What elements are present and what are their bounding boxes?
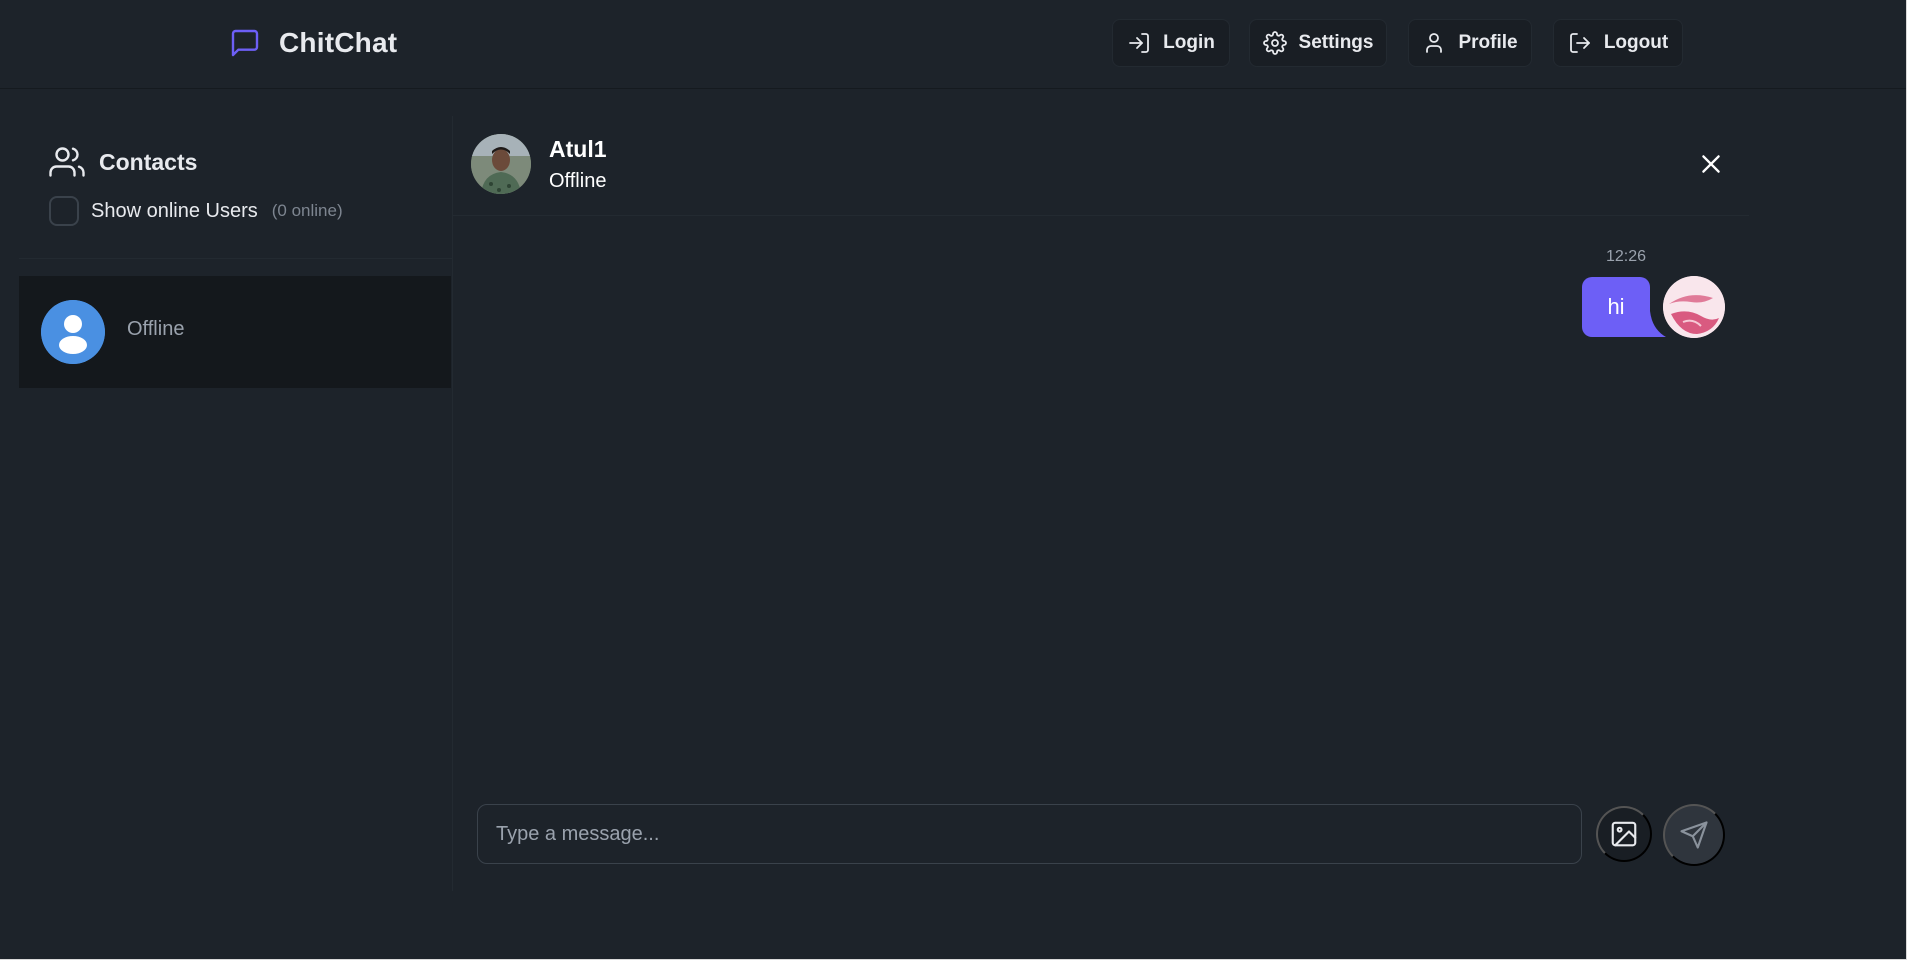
chat-user-status: Offline [549,170,607,192]
gear-icon [1262,31,1287,55]
settings-label: Settings [1298,32,1374,53]
bubble-tail [1644,311,1666,337]
chat-user-name: Atul1 [549,136,607,162]
default-avatar-icon [41,300,105,364]
attach-image-button[interactable] [1596,806,1652,862]
login-label: Login [1163,32,1215,53]
log-in-icon [1129,33,1150,53]
own-avatar [1663,276,1725,338]
logout-button[interactable]: Logout [1553,19,1683,67]
contact-item[interactable]: Offline [19,276,451,388]
sidebar-header: Contacts Show online Users (0 online) [19,116,453,259]
message-bubble: hi [1582,277,1650,337]
contacts-heading: Contacts [49,144,197,180]
online-count: (0 online) [271,201,343,220]
message-square-icon [231,29,259,57]
users-icon [49,147,85,177]
brand-title: ChitChat [279,27,398,58]
navbar: ChitChat Login Settings Profile Logout [0,0,1906,89]
show-online-checkbox[interactable] [49,196,79,226]
app-viewport: ChitChat Login Settings Profile Logout C… [0,0,1907,960]
contact-status: Offline [127,318,185,340]
send-button[interactable] [1663,804,1725,866]
close-icon [1702,155,1720,173]
close-chat-button[interactable] [1693,146,1729,182]
user-avatar [471,134,531,194]
message-time: 12:26 [1606,248,1647,265]
settings-button[interactable]: Settings [1249,19,1387,67]
log-out-icon [1569,33,1590,53]
show-online-toggle[interactable]: Show online Users (0 online) [49,196,343,226]
contacts-title: Contacts [99,148,198,175]
logout-label: Logout [1603,32,1669,53]
login-button[interactable]: Login [1112,19,1230,67]
chat-panel: Atul1 Offline 12:26 hi [453,116,1749,891]
chat-header: Atul1 Offline [453,116,1749,216]
chat-container: Contacts Show online Users (0 online) Of [19,116,1749,891]
profile-button[interactable]: Profile [1408,19,1532,67]
message-input[interactable] [477,804,1582,864]
show-online-label: Show online Users [91,199,258,222]
image-icon [1611,821,1637,847]
message-list: 12:26 hi [453,216,1749,796]
brand-link[interactable]: ChitChat [229,26,397,60]
contacts-sidebar: Contacts Show online Users (0 online) Of [19,116,453,891]
profile-label: Profile [1458,32,1518,53]
send-icon [1680,821,1708,849]
user-icon [1426,33,1443,53]
